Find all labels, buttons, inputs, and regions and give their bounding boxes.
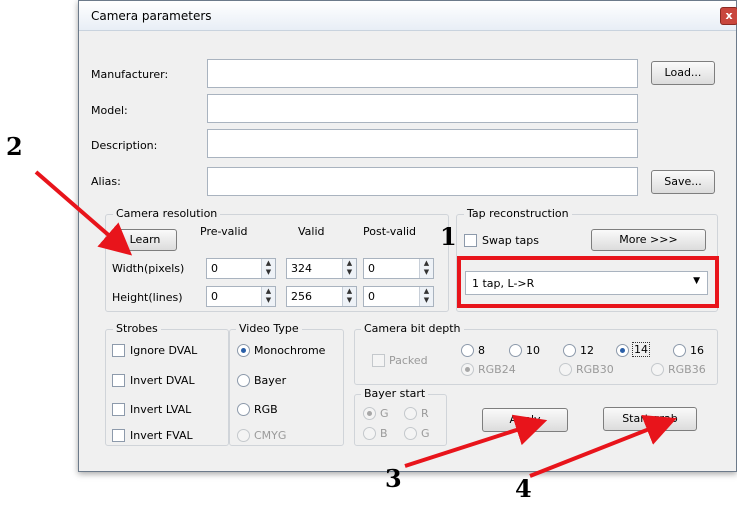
annotation-arrows <box>34 170 677 478</box>
callout-4: 4 <box>515 474 532 503</box>
callout-2: 2 <box>6 132 23 161</box>
callout-3: 3 <box>385 464 402 493</box>
callout-1: 1 <box>440 222 457 251</box>
arrow-4 <box>529 414 677 478</box>
arrow-3 <box>404 414 548 468</box>
arrow-2 <box>34 170 133 256</box>
